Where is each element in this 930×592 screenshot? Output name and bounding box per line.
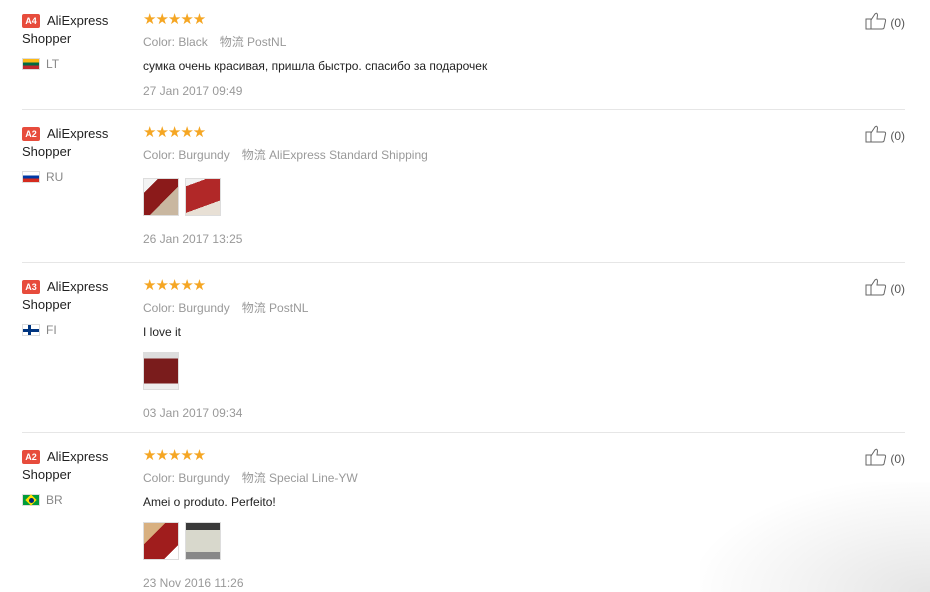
reviewer-name: AliExpress	[47, 126, 109, 141]
review-item: A4 AliExpress Shopper LT ★★★★★ Color: Bla…	[22, 12, 905, 110]
helpful-count: (0)	[890, 129, 905, 143]
reviewer-country: FI	[22, 323, 57, 337]
helpful-button[interactable]: (0)	[865, 448, 905, 466]
order-info: Color: Burgundy 物流 PostNL	[143, 301, 783, 315]
review-photo-thumbnail[interactable]	[143, 352, 179, 390]
reviewer-info: A3 AliExpress Shopper	[22, 278, 132, 314]
buyer-level-badge: A2	[22, 127, 40, 141]
country-code: BR	[46, 493, 63, 507]
review-item: A2 AliExpress Shopper RU ★★★★★ Color: Bur…	[22, 125, 905, 263]
review-date: 23 Nov 2016 11:26	[143, 576, 244, 590]
helpful-button[interactable]: (0)	[865, 12, 905, 30]
order-logistics: 物流 AliExpress Standard Shipping	[241, 148, 428, 162]
review-date: 26 Jan 2017 13:25	[143, 232, 243, 246]
thumbs-up-icon	[865, 278, 887, 296]
rating-stars: ★★★★★	[143, 447, 206, 464]
order-color: Color: Black	[143, 35, 208, 49]
thumbs-up-icon	[865, 12, 887, 30]
buyer-level-badge: A2	[22, 450, 40, 464]
order-logistics: 物流 PostNL	[241, 301, 309, 315]
reviewer-country: BR	[22, 493, 63, 507]
order-info: Color: Black 物流 PostNL	[143, 35, 783, 49]
reviewer-country: LT	[22, 57, 59, 71]
lithuania-flag-icon	[22, 58, 40, 70]
review-photo-thumbnail[interactable]	[185, 178, 221, 216]
reviewer-name-line2: Shopper	[22, 467, 72, 482]
reviewer-name: AliExpress	[47, 13, 109, 28]
review-date: 27 Jan 2017 09:49	[143, 84, 243, 98]
reviewer-name-line2: Shopper	[22, 31, 72, 46]
reviewer-info: A4 AliExpress Shopper	[22, 12, 132, 48]
helpful-count: (0)	[890, 16, 905, 30]
reviewer-country: RU	[22, 170, 63, 184]
helpful-count: (0)	[890, 282, 905, 296]
brazil-flag-icon	[22, 494, 40, 506]
reviewer-info: A2 AliExpress Shopper	[22, 448, 132, 484]
thumbs-up-icon	[865, 125, 887, 143]
buyer-level-badge: A3	[22, 280, 40, 294]
order-color: Color: Burgundy	[143, 148, 230, 162]
review-photo-thumbnail[interactable]	[143, 178, 179, 216]
helpful-count: (0)	[890, 452, 905, 466]
country-code: RU	[46, 170, 64, 184]
country-code: FI	[46, 323, 57, 337]
russia-flag-icon	[22, 171, 40, 183]
reviewer-name: AliExpress	[47, 449, 109, 464]
rating-stars: ★★★★★	[143, 124, 206, 141]
review-item: A2 AliExpress Shopper BR ★★★★★ Color: Bur…	[22, 448, 905, 592]
reviewer-name-line2: Shopper	[22, 144, 72, 159]
helpful-button[interactable]: (0)	[865, 125, 905, 143]
review-text: Amei o produto. Perfeito!	[143, 495, 276, 509]
review-text: I love it	[143, 325, 182, 339]
order-color: Color: Burgundy	[143, 301, 230, 315]
order-info: Color: Burgundy 物流 Special Line-YW	[143, 471, 783, 485]
order-info: Color: Burgundy 物流 AliExpress Standard Sh…	[143, 148, 783, 162]
review-photo-thumbnail[interactable]	[185, 522, 221, 560]
review-photos	[143, 352, 783, 392]
review-date: 03 Jan 2017 09:34	[143, 406, 243, 420]
order-color: Color: Burgundy	[143, 471, 230, 485]
country-code: LT	[46, 57, 60, 71]
review-text: сумка очень красивая, пришла быстро. спа…	[143, 59, 488, 73]
rating-stars: ★★★★★	[143, 11, 206, 28]
reviewer-name-line2: Shopper	[22, 297, 72, 312]
review-photo-thumbnail[interactable]	[143, 522, 179, 560]
order-logistics: 物流 PostNL	[219, 35, 287, 49]
order-logistics: 物流 Special Line-YW	[241, 471, 358, 485]
rating-stars: ★★★★★	[143, 277, 206, 294]
reviewer-info: A2 AliExpress Shopper	[22, 125, 132, 161]
review-item: A3 AliExpress Shopper FI ★★★★★ Color: Bur…	[22, 278, 905, 433]
thumbs-up-icon	[865, 448, 887, 466]
review-photos	[143, 522, 783, 562]
buyer-level-badge: A4	[22, 14, 40, 28]
finland-flag-icon	[22, 324, 40, 336]
helpful-button[interactable]: (0)	[865, 278, 905, 296]
reviewer-name: AliExpress	[47, 279, 109, 294]
review-photos	[143, 178, 783, 218]
